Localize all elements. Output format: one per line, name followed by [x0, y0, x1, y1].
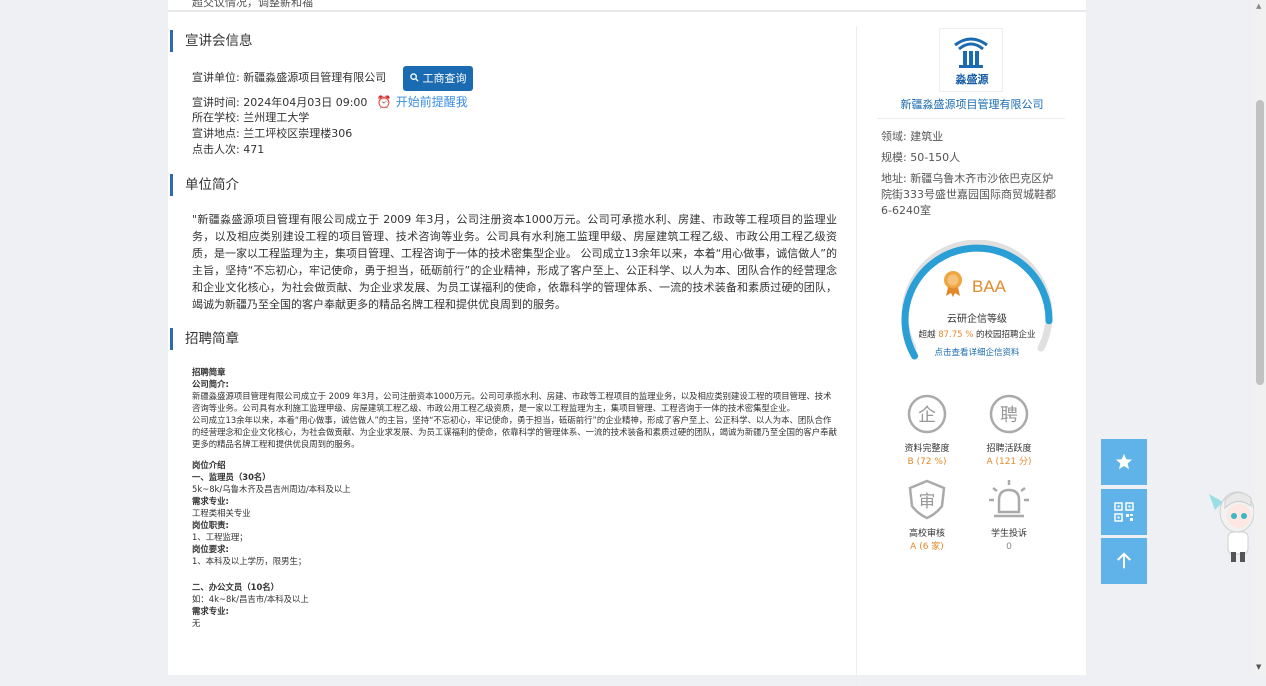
clicks-value: 471 — [243, 143, 265, 156]
metric-completeness: 企 资料完整度 B (72 %) — [887, 393, 967, 468]
metric-value: A (121 分) — [986, 457, 1032, 467]
place-label: 宣讲地点: — [192, 127, 240, 140]
alarm-light-icon — [989, 480, 1029, 518]
job1-duty: 1、工程监理； — [192, 532, 248, 542]
svg-text:聘: 聘 — [1000, 405, 1018, 426]
company-intro-text: "新疆淼盛源项目管理有限公司成立于 2009 年3月，公司注册资本1000万元。… — [192, 213, 837, 311]
search-icon — [409, 67, 419, 92]
scale-label: 规模: — [881, 151, 907, 164]
qrcode-button[interactable] — [1101, 489, 1147, 535]
logo-mark-icon — [954, 37, 988, 68]
unit-row: 宣讲单位: 新疆淼盛源项目管理有限公司 — [192, 70, 386, 86]
exceed-value: 87.75 % — [938, 330, 974, 340]
job1-salary: 5k~8k/乌鲁木齐及昌吉州周边/本科及以上 — [192, 484, 351, 494]
remind-label: 开始前提醒我 — [395, 95, 468, 109]
job1-require: 1、本科及以上学历，限男生； — [192, 556, 307, 566]
field-row: 领域: 建筑业 — [881, 129, 1056, 145]
page-scrollbar[interactable]: ▲ ▼ — [1254, 0, 1266, 675]
divider — [168, 10, 1086, 12]
section-title-info: 宣讲会信息 — [170, 30, 253, 52]
divider — [877, 118, 1065, 119]
job2-major: 无 — [192, 618, 201, 628]
clicks-label: 点击人次: — [192, 143, 240, 156]
school-value: 兰州理工大学 — [243, 111, 310, 124]
job1-major: 工程类相关专业 — [192, 508, 251, 518]
job1-title: 一、监理员（30名） — [192, 472, 271, 482]
metric-complaints: 学生投诉 0 — [969, 478, 1049, 553]
field-value: 建筑业 — [910, 130, 944, 143]
credit-detail-link[interactable]: 点击查看详细企信资料 — [897, 346, 1057, 358]
job1-require-label: 岗位要求: — [192, 544, 229, 554]
grade-text: BAA — [972, 277, 1007, 296]
brief-paragraph-2: 公司成立13余年以来，本着“用心做事，诚信做人”的主旨，坚持“不忘初心，牢记使命… — [192, 415, 837, 449]
place-row: 宣讲地点: 兰工坪校区崇理楼306 — [192, 126, 352, 142]
job1-major-label: 需求专业: — [192, 496, 229, 506]
school-label: 所在学校: — [192, 111, 240, 124]
arrow-up-icon — [1116, 552, 1132, 569]
back-to-top-button[interactable] — [1101, 538, 1147, 584]
scroll-down-icon[interactable]: ▼ — [1256, 663, 1261, 671]
address-label: 地址: — [881, 172, 907, 185]
metric-value: A (6 家) — [910, 542, 944, 552]
company-logo[interactable]: 淼盛源 — [939, 28, 1003, 92]
recruitment-brief: 招聘简章 公司简介: 新疆淼盛源项目管理有限公司成立于 2009 年3月，公司注… — [192, 366, 837, 629]
job1-duty-label: 岗位职责: — [192, 520, 229, 530]
job2-title: 二、办公文员（10名） — [192, 582, 280, 592]
scale-value: 50-150人 — [910, 151, 961, 164]
metric-activity: 聘 招聘活跃度 A (121 分) — [969, 393, 1049, 468]
recruit-icon: 聘 — [989, 394, 1029, 434]
metric-label: 学生投诉 — [990, 529, 1027, 539]
business-query-button[interactable]: 工商查询 — [403, 66, 473, 91]
exceed-prefix: 超越 — [918, 330, 936, 340]
remind-link[interactable]: ⏰ 开始前提醒我 — [377, 95, 468, 109]
brief-company-heading: 公司简介: — [192, 379, 229, 389]
business-query-label: 工商查询 — [422, 72, 467, 85]
svg-text:审: 审 — [919, 492, 936, 512]
medal-icon — [944, 271, 962, 297]
unit-label: 宣讲单位: — [192, 71, 240, 84]
company-name-link[interactable]: 新疆淼盛源项目管理有限公司 — [877, 96, 1067, 112]
metric-value: B (72 %) — [907, 457, 947, 467]
metric-label: 资料完整度 — [904, 444, 950, 454]
review-shield-icon: 审 — [908, 479, 946, 520]
star-icon — [1115, 453, 1133, 470]
qrcode-icon — [1114, 502, 1134, 522]
unit-value: 新疆淼盛源项目管理有限公司 — [243, 71, 387, 84]
metric-label: 招聘活跃度 — [986, 444, 1032, 454]
metric-value: 0 — [1006, 542, 1012, 552]
brief-paragraph-1: 新疆淼盛源项目管理有限公司成立于 2009 年3月，公司注册资本1000万元。公… — [192, 391, 832, 413]
scale-row: 规模: 50-150人 — [881, 150, 1056, 166]
alarm-clock-icon: ⏰ — [376, 95, 392, 109]
address-value: 新疆乌鲁木齐市沙依巴克区炉院街333号盛世嘉园国际商贸城鞋都6-6240室 — [881, 172, 1056, 217]
metric-school-review: 审 高校审核 A (6 家) — [887, 478, 967, 553]
enterprise-icon: 企 — [907, 394, 947, 434]
brief-heading: 招聘简章 — [192, 367, 226, 377]
section-title-brief: 招聘简章 — [170, 328, 239, 350]
exceed-suffix: 的校园招聘企业 — [976, 330, 1036, 340]
job2-salary: 如：4k~8k/昌吉市/本科及以上 — [192, 594, 309, 604]
job2-major-label: 需求专业: — [192, 606, 229, 616]
mascot-character[interactable] — [1205, 480, 1254, 565]
company-sidebar: 淼盛源 新疆淼盛源项目管理有限公司 领域: 建筑业 规模: 50-150人 地址… — [856, 26, 1086, 686]
clicks-row: 点击人次: 471 — [192, 142, 264, 158]
page-container: 超交议情况，调整薪和福 宣讲会信息 宣讲单位: 新疆淼盛源项目管理有限公司 工商… — [168, 0, 1086, 686]
scroll-up-icon[interactable]: ▲ — [1256, 2, 1261, 10]
time-row: 宣讲时间: 2024年04月03日 09:00 ⏰ 开始前提醒我 — [192, 94, 468, 111]
top-cut-text: 超交议情况，调整薪和福 — [192, 0, 313, 9]
school-row: 所在学校: 兰州理工大学 — [192, 110, 309, 126]
scroll-thumb[interactable] — [1256, 100, 1264, 385]
place-value: 兰工坪校区崇理楼306 — [243, 127, 353, 140]
exceed-row: 超越 87.75 % 的校园招聘企业 — [887, 328, 1067, 340]
grade-title: 云研企信等级 — [947, 314, 1007, 325]
brief-jobs-heading: 岗位介绍 — [192, 460, 226, 470]
address-row: 地址: 新疆乌鲁木齐市沙依巴克区炉院街333号盛世嘉园国际商贸城鞋都6-6240… — [881, 171, 1056, 219]
favorite-button[interactable] — [1101, 439, 1147, 485]
metric-label: 高校审核 — [908, 529, 945, 539]
section-title-intro: 单位简介 — [170, 174, 239, 196]
field-label: 领域: — [881, 130, 907, 143]
svg-text:企: 企 — [918, 405, 936, 426]
time-label: 宣讲时间: — [192, 96, 240, 109]
time-value: 2024年04月03日 09:00 — [243, 96, 368, 109]
logo-text: 淼盛源 — [955, 73, 989, 86]
